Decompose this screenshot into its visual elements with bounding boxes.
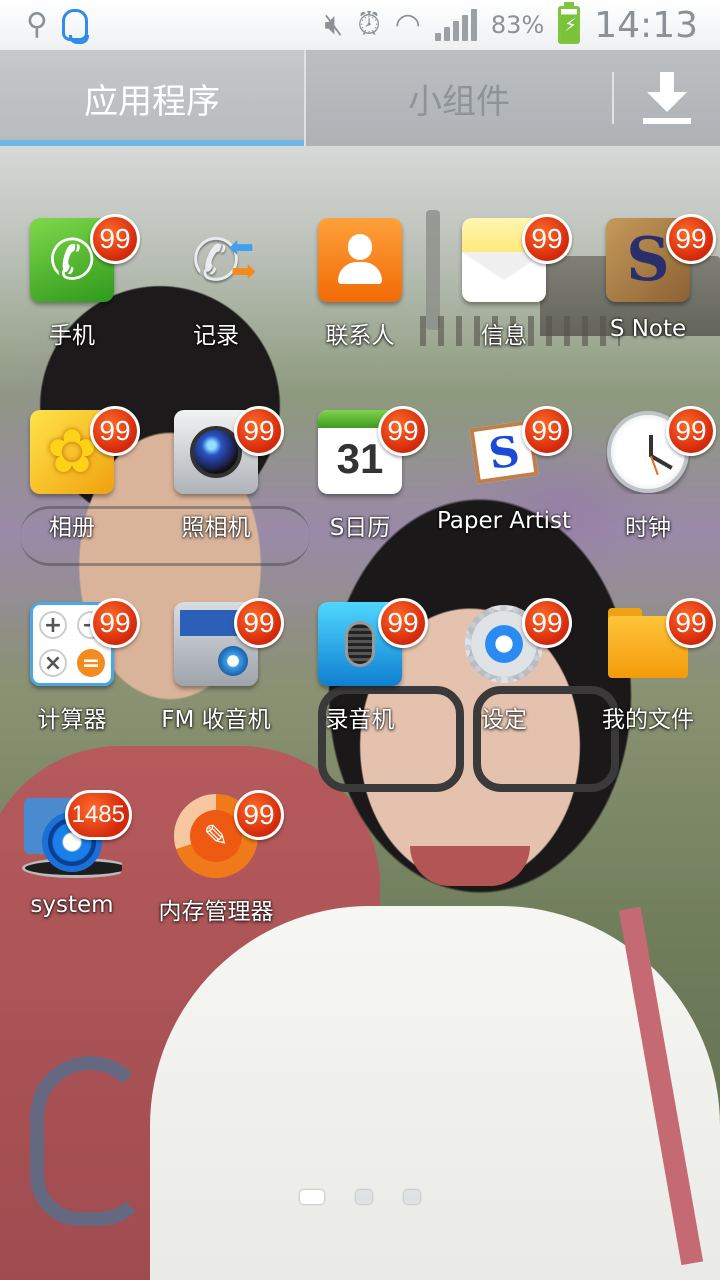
wifi-icon: ◠ <box>394 7 421 42</box>
notification-badge: 99 <box>522 406 572 456</box>
app-label: S日历 <box>329 515 391 541</box>
app-label: 手机 <box>49 323 95 349</box>
app-label: 录音机 <box>325 707 395 733</box>
app-messages[interactable]: 99 信息 <box>432 212 576 362</box>
app-label: Paper Artist <box>436 508 572 534</box>
app-camera[interactable]: 99 照相机 <box>144 404 288 554</box>
status-left: ⚲ <box>26 7 89 44</box>
notification-badge: 99 <box>90 598 140 648</box>
app-label: 设定 <box>481 707 527 733</box>
page-dot-1[interactable] <box>300 1190 324 1204</box>
app-system[interactable]: 1485 system <box>0 788 144 938</box>
notification-badge: 99 <box>234 406 284 456</box>
status-bar[interactable]: ⚲ 🔇︎ ⏰︎ ◠ 83% ⚡ 14:13 <box>0 0 720 50</box>
notification-badge: 99 <box>90 406 140 456</box>
page-dot-2[interactable] <box>356 1190 372 1204</box>
app-label: 照相机 <box>181 515 251 541</box>
notification-badge: 99 <box>666 406 716 456</box>
app-fm-radio[interactable]: 99 FM 收音机 <box>144 596 288 746</box>
app-s-note[interactable]: S 99 S Note <box>576 212 720 362</box>
page-dot-3[interactable] <box>404 1190 420 1204</box>
notification-badge: 99 <box>90 214 140 264</box>
mute-icon: 🔇︎ <box>324 7 344 42</box>
status-right: 🔇︎ ⏰︎ ◠ 83% ⚡ 14:13 <box>324 2 698 46</box>
notification-badge: 99 <box>234 598 284 648</box>
battery-charging-icon: ⚡ <box>558 2 581 44</box>
notification-badge: 99 <box>234 790 284 840</box>
app-calculator[interactable]: + − × = 99 计算器 <box>0 596 144 746</box>
app-settings[interactable]: 99 设定 <box>432 596 576 746</box>
app-label: FM 收音机 <box>161 707 271 733</box>
app-label: 内存管理器 <box>158 899 274 925</box>
app-gallery[interactable]: ✿ 99 相册 <box>0 404 144 554</box>
app-s-calendar[interactable]: 31 99 S日历 <box>288 404 432 554</box>
app-label: 信息 <box>481 323 527 349</box>
alarm-icon: ⏰︎ <box>357 7 381 42</box>
signal-icon <box>434 9 477 41</box>
app-label: 时钟 <box>625 515 671 541</box>
app-memory-manager[interactable]: ✎ 99 内存管理器 <box>144 788 288 938</box>
status-clock: 14:13 <box>594 4 698 46</box>
app-call-log[interactable]: ✆ ⬅ ➡ 记录 <box>144 212 288 362</box>
app-label: S Note <box>609 316 687 342</box>
page-indicator <box>0 1190 720 1204</box>
tab-widgets[interactable]: 小组件 <box>306 50 612 146</box>
battery-percent: 83% <box>490 11 545 39</box>
notification-badge: 99 <box>666 598 716 648</box>
app-contacts[interactable]: 联系人 <box>288 212 432 362</box>
app-my-files[interactable]: 99 我的文件 <box>576 596 720 746</box>
app-clock[interactable]: 99 时钟 <box>576 404 720 554</box>
notification-badge: 1485 <box>64 790 132 840</box>
call-log-icon: ✆ ⬅ ➡ <box>191 226 256 294</box>
tab-apps[interactable]: 应用程序 <box>0 50 304 146</box>
qq-icon <box>61 9 89 44</box>
notification-badge: 99 <box>378 598 428 648</box>
app-label: 记录 <box>193 323 239 349</box>
tab-bar: 应用程序 小组件 <box>0 50 720 146</box>
contacts-icon <box>318 218 402 302</box>
calendar-day: 31 <box>336 435 384 482</box>
app-voice-recorder[interactable]: 99 录音机 <box>288 596 432 746</box>
usb-icon: ⚲ <box>26 7 48 42</box>
app-paper-artist[interactable]: S 99 Paper Artist <box>432 404 576 554</box>
notification-badge: 99 <box>378 406 428 456</box>
app-phone[interactable]: ✆ 99 手机 <box>0 212 144 362</box>
app-label: 计算器 <box>37 707 107 733</box>
notification-badge: 99 <box>522 598 572 648</box>
notification-badge: 99 <box>522 214 572 264</box>
app-label: 相册 <box>49 515 95 541</box>
notification-badge: 99 <box>666 214 716 264</box>
app-label: system <box>30 892 114 918</box>
download-icon <box>643 72 691 124</box>
app-label: 联系人 <box>325 323 395 349</box>
download-button[interactable] <box>614 50 720 146</box>
app-label: 我的文件 <box>602 707 694 733</box>
